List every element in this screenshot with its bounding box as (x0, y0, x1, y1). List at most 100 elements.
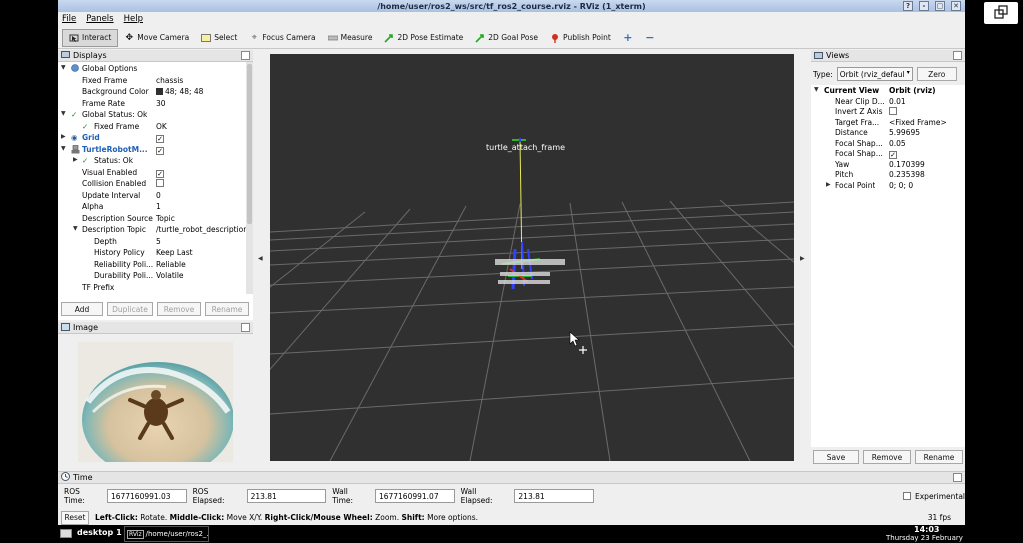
distance-value[interactable]: 5.99695 (889, 128, 961, 137)
rename-display-button[interactable]: Rename (205, 302, 249, 316)
help-window-button[interactable]: ? (903, 1, 913, 11)
near-clip-value[interactable]: 0.01 (889, 97, 961, 106)
interact-tool-button[interactable]: Interact (62, 28, 119, 47)
history-policy-row[interactable]: History Policy Keep Last (58, 248, 246, 260)
panel-float-button[interactable] (241, 51, 250, 60)
collapse-arrow-icon[interactable]: ▶ (826, 181, 831, 188)
collapse-arrow-icon[interactable]: ▶ (61, 133, 66, 140)
remove-view-button[interactable]: Remove (863, 450, 911, 464)
update-interval-value[interactable]: 0 (156, 191, 246, 200)
reset-button[interactable]: Reset (61, 510, 89, 525)
description-source-row[interactable]: Description Source Topic (58, 214, 246, 226)
history-policy-value[interactable]: Keep Last (156, 248, 246, 257)
global-options-row[interactable]: ▼ Global Options (58, 64, 246, 76)
turtle-enabled-checkbox[interactable]: ✓ (156, 146, 164, 155)
panel-float-button[interactable] (953, 51, 962, 60)
select-tool-button[interactable]: Select (195, 29, 243, 47)
reliability-policy-value[interactable]: Reliable (156, 260, 246, 269)
frame-rate-row[interactable]: Frame Rate 30 (58, 99, 246, 111)
expand-arrow-icon[interactable]: ▼ (61, 64, 66, 71)
collapse-right-icon[interactable]: ▶ (800, 255, 805, 262)
depth-value[interactable]: 5 (156, 237, 246, 246)
fullscreen-toggle-button[interactable] (984, 2, 1018, 24)
collapse-arrow-icon[interactable]: ▶ (73, 156, 78, 163)
tf-prefix-row[interactable]: TF Prefix (58, 283, 246, 295)
turtle-robot-model-row[interactable]: ▼ TurtleRobotM... ✓ (58, 145, 246, 157)
pitch-value[interactable]: 0.235398 (889, 170, 961, 179)
global-status-row[interactable]: ▼ ✓ Global Status: Ok (58, 110, 246, 122)
menu-panels[interactable]: Panels (86, 14, 113, 24)
desktop-switcher[interactable]: desktop 1 (77, 528, 122, 537)
ros-time-field[interactable]: 1677160991.03 (106, 489, 187, 503)
reliability-policy-row[interactable]: Reliability Poli... Reliable (58, 260, 246, 272)
update-interval-row[interactable]: Update Interval 0 (58, 191, 246, 203)
collision-enabled-checkbox[interactable] (156, 179, 164, 187)
alpha-row[interactable]: Alpha 1 (58, 202, 246, 214)
gs-fixed-frame-row[interactable]: ✓ Fixed Frame OK (58, 122, 246, 134)
grid-enabled-checkbox[interactable]: ✓ (156, 135, 164, 143)
global-status-label: Global Status: Ok (82, 110, 148, 119)
background-color-value[interactable]: 48; 48; 48 (156, 87, 246, 96)
fixed-frame-row[interactable]: Fixed Frame chassis (58, 76, 246, 88)
taskbar-rviz-task[interactable]: RViz /home/user/ros2_... (124, 526, 209, 542)
description-topic-row[interactable]: ▼ Description Topic /turtle_robot_descri… (58, 225, 246, 237)
remove-display-button[interactable]: Remove (157, 302, 201, 316)
ros-elapsed-field[interactable]: 213.81 (246, 489, 327, 503)
focal-point-row[interactable]: ▶ Focal Point 0; 0; 0 (811, 181, 965, 193)
collision-enabled-row[interactable]: Collision Enabled (58, 179, 246, 191)
close-window-button[interactable]: ✕ (951, 1, 961, 11)
description-source-value[interactable]: Topic (156, 214, 246, 223)
maximize-window-button[interactable]: ▢ (935, 1, 945, 11)
depth-row[interactable]: Depth 5 (58, 237, 246, 249)
add-tool-button[interactable]: + (617, 29, 639, 47)
move-camera-tool-button[interactable]: ✥ Move Camera (118, 29, 195, 47)
alpha-value[interactable]: 1 (156, 202, 246, 211)
left-splitter[interactable]: ◀ (254, 50, 269, 465)
rename-view-button[interactable]: Rename (915, 450, 963, 464)
expand-arrow-icon[interactable]: ▼ (61, 110, 66, 117)
focus-camera-tool-button[interactable]: ⌖ Focus Camera (243, 29, 321, 47)
visual-enabled-row[interactable]: Visual Enabled ✓ (58, 168, 246, 180)
expand-arrow-icon[interactable]: ▼ (73, 225, 78, 232)
add-display-button[interactable]: Add (61, 302, 103, 316)
invert-z-checkbox[interactable] (889, 107, 897, 115)
fixed-frame-value[interactable]: chassis (156, 76, 246, 85)
wall-elapsed-field[interactable]: 213.81 (514, 489, 595, 503)
remove-tool-button[interactable]: − (639, 29, 661, 47)
yaw-value[interactable]: 0.170399 (889, 160, 961, 169)
menu-file[interactable]: File (62, 14, 76, 24)
measure-tool-button[interactable]: Measure (322, 29, 379, 47)
render-3d-view[interactable]: turtle_attach_frame (270, 54, 794, 461)
scrollbar-thumb[interactable] (247, 64, 252, 224)
save-view-button[interactable]: Save (813, 450, 859, 464)
target-frame-value[interactable]: <Fixed Frame> (889, 118, 961, 127)
minimize-window-button[interactable]: - (919, 1, 929, 11)
durability-policy-row[interactable]: Durability Poli... Volatile (58, 271, 246, 283)
displays-scrollbar[interactable] (246, 62, 253, 294)
right-splitter[interactable]: ▶ (796, 50, 811, 465)
collapse-left-icon[interactable]: ◀ (258, 255, 263, 262)
focal-shape-size-value[interactable]: 0.05 (889, 139, 961, 148)
durability-policy-value[interactable]: Volatile (156, 271, 246, 280)
wall-time-field[interactable]: 1677160991.07 (374, 489, 455, 503)
expand-arrow-icon[interactable]: ▼ (61, 145, 66, 152)
turtle-status-row[interactable]: ▶ ✓ Status: Ok (58, 156, 246, 168)
background-color-row[interactable]: Background Color 48; 48; 48 (58, 87, 246, 99)
goal-pose-tool-button[interactable]: 2D Goal Pose (469, 29, 544, 47)
focal-point-value[interactable]: 0; 0; 0 (889, 181, 961, 190)
expand-arrow-icon[interactable]: ▼ (814, 86, 819, 93)
publish-point-tool-button[interactable]: Publish Point (544, 29, 617, 47)
duplicate-display-button[interactable]: Duplicate (107, 302, 153, 316)
menu-help[interactable]: Help (124, 14, 143, 24)
panel-float-button[interactable] (241, 323, 250, 332)
frame-rate-value[interactable]: 30 (156, 99, 246, 108)
panel-float-button[interactable] (953, 473, 962, 482)
pose-estimate-tool-button[interactable]: 2D Pose Estimate (378, 29, 469, 47)
visual-enabled-checkbox[interactable]: ✓ (156, 169, 164, 178)
focal-shape-fixed-checkbox[interactable]: ✓ (889, 151, 897, 159)
experimental-checkbox[interactable] (903, 492, 911, 500)
description-topic-value[interactable]: /turtle_robot_description (156, 225, 246, 234)
zero-button[interactable]: Zero (916, 67, 957, 81)
grid-display-row[interactable]: ▶ ◉ Grid ✓ (58, 133, 246, 145)
view-type-select[interactable]: Orbit (rviz_defaul ▾ (836, 67, 913, 81)
